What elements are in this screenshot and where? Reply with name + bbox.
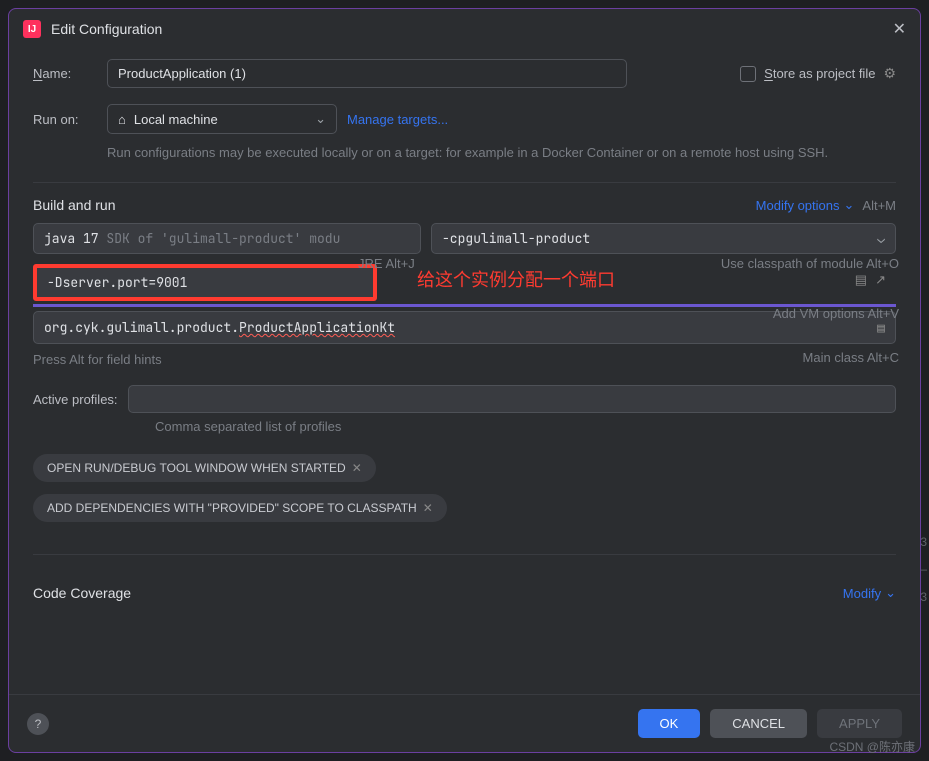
annotation-underline: [33, 304, 896, 307]
side-mark: –: [920, 562, 927, 576]
field-hint: Press Alt for field hints: [33, 352, 896, 367]
modify-options-link[interactable]: Modify options ⌄: [756, 197, 855, 213]
close-icon[interactable]: ✕: [893, 19, 906, 39]
store-checkbox[interactable]: [740, 66, 756, 82]
document-icon[interactable]: ▤: [855, 272, 867, 288]
home-icon: ⌂: [118, 112, 126, 127]
chip-open-run-window[interactable]: OPEN RUN/DEBUG TOOL WINDOW WHEN STARTED …: [33, 454, 376, 482]
jre-hint: JRE Alt+J: [358, 256, 415, 271]
vm-options-hint: Add VM options Alt+V: [773, 304, 899, 324]
store-label: Store as project file: [764, 66, 875, 81]
vm-options-input[interactable]: -Dserver.port=9001: [33, 264, 377, 301]
classpath-hint: Use classpath of module Alt+O: [721, 254, 899, 274]
expand-icon[interactable]: ↗: [875, 272, 886, 288]
jdk-select[interactable]: java 17 SDK of 'gulimall-product' modu: [33, 223, 421, 254]
coverage-modify-link[interactable]: Modify ⌄: [843, 585, 896, 601]
manage-targets-link[interactable]: Manage targets...: [347, 112, 448, 127]
mainclass-hint: Main class Alt+C: [803, 348, 899, 368]
apply-button[interactable]: APPLY: [817, 709, 902, 738]
profiles-hint: Comma separated list of profiles: [155, 419, 896, 434]
annotation-text: 给这个实例分配一个端口: [417, 266, 615, 292]
chevron-down-icon: ⌄: [885, 585, 896, 601]
dialog-title: Edit Configuration: [51, 21, 162, 37]
chevron-down-icon: ⌄: [877, 230, 885, 247]
modify-shortcut: Alt+M: [862, 198, 896, 213]
run-on-select[interactable]: ⌂ Local machine ⌄: [107, 104, 337, 134]
profiles-label: Active profiles:: [33, 392, 118, 407]
help-button[interactable]: ?: [27, 713, 49, 735]
chip-add-provided-deps[interactable]: ADD DEPENDENCIES WITH "PROVIDED" SCOPE T…: [33, 494, 447, 522]
name-input[interactable]: ProductApplication (1): [107, 59, 627, 88]
active-profiles-input[interactable]: [128, 385, 896, 413]
build-run-title: Build and run: [33, 197, 116, 213]
close-icon[interactable]: ✕: [423, 501, 433, 515]
gear-icon[interactable]: ⚙: [883, 65, 896, 82]
side-mark: 3: [920, 535, 927, 549]
run-on-label: Run on:: [33, 112, 97, 127]
chevron-down-icon: ⌄: [844, 197, 855, 213]
main-class-input[interactable]: org.cyk.gulimall.product.ProductApplicat…: [33, 311, 896, 344]
watermark: CSDN @陈亦康: [829, 738, 915, 755]
run-on-value: Local machine: [134, 112, 218, 127]
app-icon: IJ: [23, 20, 41, 38]
close-icon[interactable]: ✕: [352, 461, 362, 475]
chevron-down-icon: ⌄: [315, 111, 326, 127]
cancel-button[interactable]: CANCEL: [710, 709, 807, 738]
code-coverage-title: Code Coverage: [33, 585, 131, 601]
name-label: Name:: [33, 66, 97, 81]
side-mark: 3: [920, 590, 927, 604]
classpath-select[interactable]: -cp gulimall-product ⌄: [431, 223, 896, 254]
ok-button[interactable]: OK: [638, 709, 701, 738]
run-on-hint: Run configurations may be executed local…: [107, 144, 896, 162]
